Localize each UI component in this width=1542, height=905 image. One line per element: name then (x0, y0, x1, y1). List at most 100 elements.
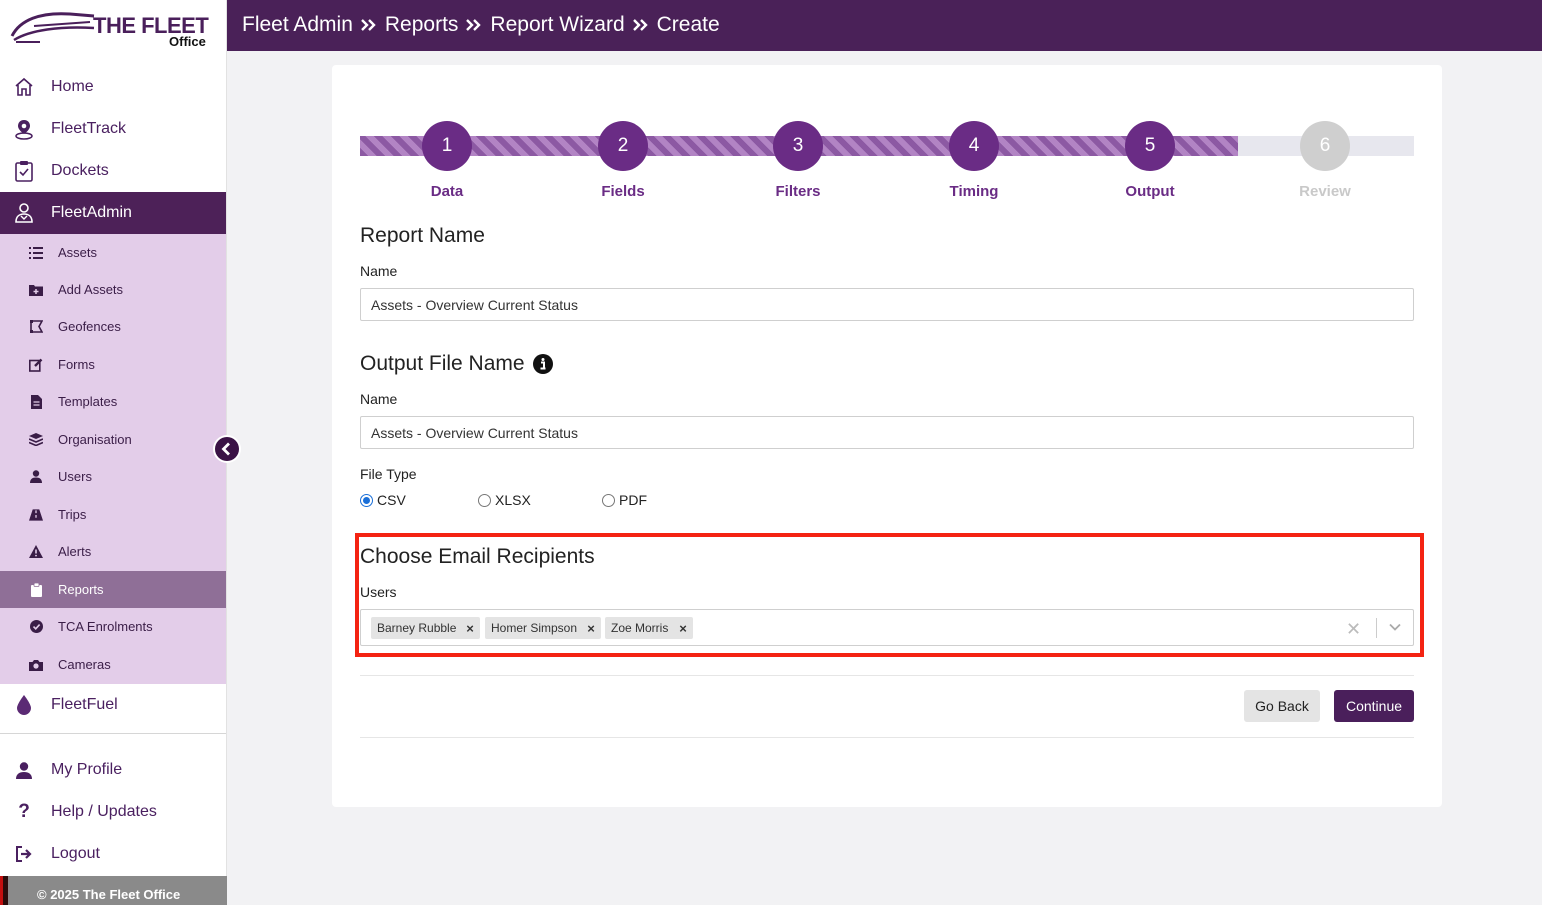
subnav-item-organisation[interactable]: Organisation (0, 421, 226, 458)
breadcrumb-create: Create (656, 13, 720, 36)
users-multi-select[interactable]: Barney Rubble × Homer Simpson × Zoe Morr… (360, 609, 1414, 646)
subnav-item-geofences[interactable]: Geofences (0, 308, 226, 345)
nav-item-my-profile[interactable]: My Profile (0, 749, 226, 791)
subnav-label: Add Assets (58, 282, 124, 297)
nav-label: Home (51, 78, 94, 95)
go-back-button[interactable]: Go Back (1244, 690, 1320, 722)
subnav-item-alerts[interactable]: Alerts (0, 533, 226, 570)
breadcrumb-report-wizard[interactable]: Report Wizard (490, 13, 624, 37)
breadcrumb-fleet-admin[interactable]: Fleet Admin (242, 13, 353, 37)
clear-selection-icon[interactable]: ✕ (1346, 619, 1361, 640)
nav-item-fleettrack[interactable]: FleetTrack (0, 108, 226, 150)
step-label: Output (1125, 183, 1175, 200)
file-type-csv-radio[interactable]: CSV (360, 492, 478, 508)
fleetadmin-subnav: Assets Add Assets Geofences Forms Templa… (0, 234, 226, 684)
subnav-item-reports[interactable]: Reports (0, 571, 226, 608)
step-label: Review (1299, 183, 1351, 200)
nav-label: Help / Updates (51, 803, 157, 820)
subnav-label: Templates (58, 394, 118, 409)
sidebar-footer: © 2025 The Fleet Office (0, 876, 227, 905)
step-number: 6 (1300, 121, 1350, 171)
nav-item-home[interactable]: Home (0, 66, 226, 108)
wizard-step-fields[interactable]: 2 Fields (563, 121, 683, 200)
car-logo-icon (10, 12, 95, 43)
wizard-step-review: 6 Review (1265, 121, 1385, 200)
check-circle-icon (29, 620, 43, 634)
question-icon: ? (13, 801, 35, 823)
question-glyph: ? (18, 801, 30, 822)
user-tag-label: Barney Rubble (377, 621, 457, 635)
step-number: 5 (1125, 121, 1175, 171)
wizard-step-data[interactable]: 1 Data (387, 121, 507, 200)
double-chevron-right-icon (465, 18, 483, 32)
subnav-item-trips[interactable]: Trips (0, 496, 226, 533)
output-file-name-label: Name (360, 391, 398, 407)
sidebar-divider (0, 733, 226, 734)
radio-dot[interactable] (478, 493, 491, 507)
nav-label: FleetTrack (51, 120, 126, 137)
file-icon (29, 394, 43, 409)
email-recipients-heading: Choose Email Recipients (360, 545, 595, 568)
wizard-step-timing[interactable]: 4 Timing (914, 121, 1034, 200)
remove-tag-icon[interactable]: × (581, 621, 601, 636)
collapse-sidebar-button[interactable] (213, 435, 241, 463)
info-icon[interactable] (532, 354, 553, 374)
radio-dot[interactable] (360, 493, 373, 507)
report-name-label: Name (360, 263, 398, 279)
wizard-step-filters[interactable]: 3 Filters (738, 121, 858, 200)
radio-label: CSV (377, 492, 406, 508)
select-divider (1376, 618, 1377, 638)
radio-dot[interactable] (602, 493, 615, 507)
subnav-item-forms[interactable]: Forms (0, 346, 226, 383)
nav-item-logout[interactable]: Logout (0, 833, 226, 875)
folder-plus-icon (29, 283, 43, 297)
subnav-item-cameras[interactable]: Cameras (0, 646, 226, 683)
nav-item-fleetfuel[interactable]: FleetFuel (0, 684, 226, 726)
chevron-down-icon[interactable] (1388, 620, 1402, 639)
subnav-item-templates[interactable]: Templates (0, 383, 226, 420)
subnav-label: Alerts (58, 544, 92, 559)
nav-label: FleetFuel (51, 696, 118, 713)
output-file-name-input[interactable] (360, 416, 1414, 449)
list-icon (29, 246, 43, 260)
step-number: 2 (598, 121, 648, 171)
map-pin-icon (13, 118, 35, 140)
output-file-name-title: Output File Name (360, 352, 525, 375)
subnav-item-tca-enrolments[interactable]: TCA Enrolments (0, 608, 226, 645)
user-icon (29, 470, 43, 484)
copyright-text: © 2025 The Fleet Office (37, 887, 181, 902)
user-group-icon (13, 202, 35, 224)
subnav-item-add-assets[interactable]: Add Assets (0, 271, 226, 308)
subnav-label: TCA Enrolments (58, 619, 153, 634)
report-wizard-card: 1 Data 2 Fields 3 Filters 4 Timing 5 Out… (332, 65, 1442, 807)
nav-item-dockets[interactable]: Dockets (0, 150, 226, 192)
warning-icon (29, 545, 43, 559)
breadcrumb-reports[interactable]: Reports (385, 13, 459, 37)
file-type-pdf-radio[interactable]: PDF (602, 492, 647, 508)
nav-item-fleetadmin[interactable]: FleetAdmin (0, 192, 226, 234)
remove-tag-icon[interactable]: × (460, 621, 480, 636)
wizard-step-output[interactable]: 5 Output (1090, 121, 1210, 200)
remove-tag-icon[interactable]: × (673, 621, 693, 636)
step-number: 3 (773, 121, 823, 171)
wizard-progress-track (360, 136, 1414, 156)
subnav-label: Geofences (58, 319, 121, 334)
subnav-label: Cameras (58, 657, 111, 672)
file-type-label: File Type (360, 466, 417, 482)
nav-item-help-updates[interactable]: ? Help / Updates (0, 791, 226, 833)
subnav-label: Organisation (58, 432, 132, 447)
subnav-item-assets[interactable]: Assets (0, 234, 226, 271)
report-name-input[interactable] (360, 288, 1414, 321)
user-tag-label: Homer Simpson (491, 621, 578, 635)
nav-label: Dockets (51, 162, 109, 179)
actions-top-divider (360, 675, 1414, 676)
file-type-radio-group: CSV XLSX PDF (360, 492, 647, 508)
step-number: 4 (949, 121, 999, 171)
subnav-label: Users (58, 469, 92, 484)
nav-label: My Profile (51, 761, 123, 778)
file-type-xlsx-radio[interactable]: XLSX (478, 492, 602, 508)
double-chevron-right-icon (360, 18, 378, 32)
brand-logo[interactable]: THE FLEET Office (0, 0, 226, 60)
continue-button[interactable]: Continue (1334, 690, 1414, 722)
subnav-item-users[interactable]: Users (0, 458, 226, 495)
